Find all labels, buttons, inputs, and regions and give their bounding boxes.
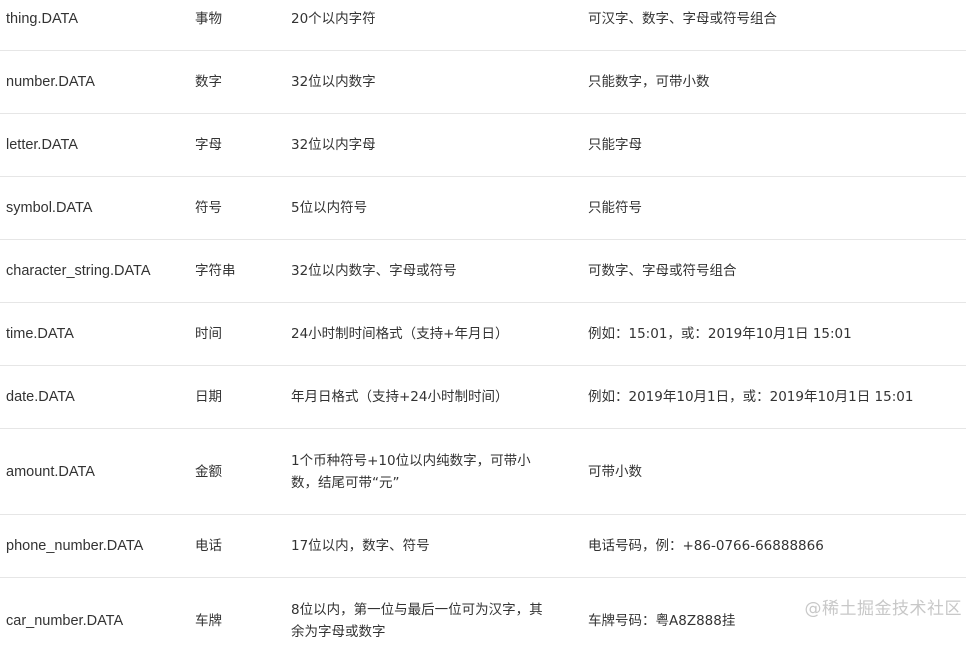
cell-name: 字符串 [195,263,236,279]
cell-key: character_string.DATA [6,263,151,279]
cell-key: number.DATA [6,74,95,90]
cell-length: 20个以内字符 [291,11,376,27]
cell-key: time.DATA [6,326,74,342]
cell-length: 年月日格式（支持+24小时制时间） [291,389,509,405]
table-row: amount.DATA 金额 1个币种符号+10位以内纯数字，可带小数，结尾可带… [0,429,966,515]
cell-desc: 可数字、字母或符号组合 [588,263,737,279]
cell-length: 8位以内，第一位与最后一位可为汉字，其余为字母或数字 [291,601,543,640]
table-row: number.DATA 数字 32位以内数字 只能数字，可带小数 [0,51,966,114]
table-row: phone_number.DATA 电话 17位以内，数字、符号 电话号码，例：… [0,515,966,578]
cell-key: phone_number.DATA [6,538,144,554]
table-row: letter.DATA 字母 32位以内字母 只能字母 [0,114,966,177]
cell-key: amount.DATA [6,463,95,480]
table-row: character_string.DATA 字符串 32位以内数字、字母或符号 … [0,240,966,303]
cell-length: 24小时制时间格式（支持+年月日） [291,326,509,342]
cell-length: 1个币种符号+10位以内纯数字，可带小数，结尾可带“元” [291,452,531,491]
cell-key: date.DATA [6,389,75,405]
table-row: time.DATA 时间 24小时制时间格式（支持+年月日） 例如：15:01，… [0,303,966,366]
cell-length: 5位以内符号 [291,200,368,216]
cell-desc: 车牌号码：粤A8Z888挂 [588,612,736,629]
cell-desc: 可带小数 [588,463,642,480]
cell-length: 17位以内，数字、符号 [291,538,430,554]
cell-key: thing.DATA [6,11,78,27]
cell-desc: 可汉字、数字、字母或符号组合 [588,11,777,27]
cell-desc: 只能数字，可带小数 [588,74,710,90]
cell-name: 金额 [195,463,222,480]
cell-key: car_number.DATA [6,612,124,629]
cell-name: 数字 [195,74,222,90]
cell-desc: 只能字母 [588,137,642,153]
cell-length: 32位以内数字 [291,74,376,90]
cell-name: 电话 [195,538,222,554]
table-row: date.DATA 日期 年月日格式（支持+24小时制时间） 例如：2019年1… [0,366,966,429]
cell-length: 32位以内数字、字母或符号 [291,263,457,279]
cell-desc: 例如：15:01，或：2019年10月1日 15:01 [588,326,852,342]
cell-name: 事物 [195,11,222,27]
cell-name: 时间 [195,326,222,342]
cell-desc: 只能符号 [588,200,642,216]
cell-desc: 电话号码，例：+86-0766-66888866 [588,538,824,554]
cell-name: 字母 [195,137,222,153]
cell-name: 日期 [195,389,222,405]
cell-name: 车牌 [195,612,222,629]
cell-key: symbol.DATA [6,200,93,216]
table-row: symbol.DATA 符号 5位以内符号 只能符号 [0,177,966,240]
table-row: car_number.DATA 车牌 8位以内，第一位与最后一位可为汉字，其余为… [0,578,966,663]
cell-length: 32位以内字母 [291,137,376,153]
cell-key: letter.DATA [6,137,78,153]
cell-desc: 例如：2019年10月1日，或：2019年10月1日 15:01 [588,389,914,405]
data-type-table: thing.DATA 事物 20个以内字符 可汉字、数字、字母或符号组合 num… [0,0,966,663]
cell-name: 符号 [195,200,222,216]
watermark: @稀土掘金技术社区 [804,599,962,619]
table-row: thing.DATA 事物 20个以内字符 可汉字、数字、字母或符号组合 [0,0,966,51]
